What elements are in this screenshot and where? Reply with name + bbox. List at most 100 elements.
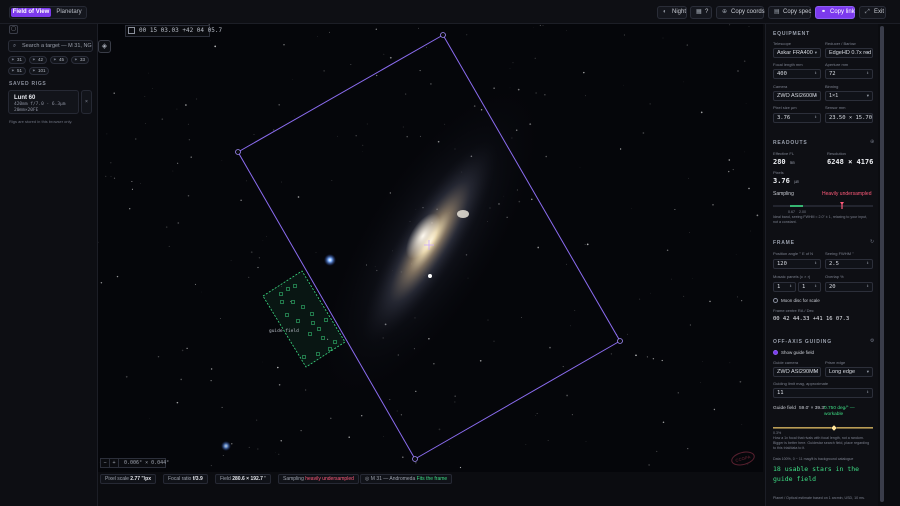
guide-limit-input[interactable]: 11 ⇕	[773, 388, 873, 398]
background-star	[744, 151, 745, 153]
background-star	[748, 187, 750, 190]
settings-icon[interactable]: ⚙	[870, 338, 874, 344]
chip-target[interactable]: ✶ 31	[8, 56, 26, 64]
camera-select[interactable]: ZWO ASI2600M ▾	[773, 91, 821, 101]
copy-spec-label: Copy spec	[783, 9, 812, 15]
layers-icon[interactable]: ◈	[98, 40, 111, 53]
mosaic-cols-input[interactable]: 1 ⇕	[773, 282, 796, 292]
chip-target[interactable]: ✶ 51	[8, 67, 26, 75]
chip-target[interactable]: ✶ 33	[71, 56, 89, 64]
reset-icon[interactable]: ↻	[870, 239, 874, 245]
binning-select[interactable]: 1×1 ▾	[825, 91, 873, 101]
background-star	[329, 31, 330, 33]
stepper-icon[interactable]: ⇕	[866, 260, 869, 268]
star-icon: ✶	[11, 68, 15, 73]
stepper-icon[interactable]: ⇕	[814, 283, 817, 291]
chip-target[interactable]: ✶ 45	[50, 56, 68, 64]
background-star	[113, 92, 115, 94]
info-icon[interactable]: ⊕	[870, 139, 874, 145]
rig-delete-icon[interactable]: ×	[81, 90, 92, 114]
stepper-icon[interactable]: ⇕	[866, 389, 869, 397]
background-star	[745, 103, 747, 104]
tab-field-of-view[interactable]: Field of View	[11, 8, 51, 17]
guide-camera-select[interactable]: ZWO ASI290MM ▾	[773, 367, 821, 377]
background-star	[415, 390, 417, 392]
sampling-label: Sampling	[283, 476, 304, 482]
background-star	[739, 380, 742, 383]
night-mode-button[interactable]: ◐ Night	[657, 6, 687, 19]
fov-corner-handle[interactable]	[235, 149, 241, 155]
background-star	[185, 104, 187, 106]
tab-planetary[interactable]: Planetary	[53, 8, 85, 17]
cursor-coordinates[interactable]: 00 15 03.03 +42 04 05.7	[125, 25, 222, 37]
background-star	[281, 181, 283, 183]
help-button[interactable]: ▦?	[690, 6, 712, 19]
collapse-panel-icon[interactable]: ▢	[9, 25, 18, 34]
zoom-in-button[interactable]: +	[110, 459, 119, 467]
copy-spec-button[interactable]: ▤ Copy spec	[768, 6, 811, 19]
background-star	[512, 62, 514, 64]
copy-link-button[interactable]: ⚭ Copy link	[815, 6, 855, 19]
stepper-icon[interactable]: ⇕	[814, 70, 817, 78]
background-star	[209, 40, 211, 42]
zoom-out-button[interactable]: −	[101, 459, 110, 467]
footer-note: Planet / Optical estimate based on 1 arc…	[773, 496, 865, 500]
left-panel: ▢ ⌕ Search a target — M 31, NG ✶ 31 ✶ 42 ✶ 4…	[0, 24, 98, 506]
night-mode-label: Night	[672, 9, 687, 15]
stepper-icon[interactable]: ⇕	[866, 283, 869, 291]
star-icon: ✶	[32, 57, 36, 62]
background-star	[292, 79, 294, 80]
chip-target[interactable]: ✶ 101	[29, 67, 49, 75]
help-label: ?	[705, 9, 709, 15]
background-star	[230, 259, 232, 261]
background-star	[400, 414, 403, 416]
show-guide-field-toggle[interactable]	[773, 350, 778, 355]
background-star	[536, 413, 538, 414]
focal-length-input[interactable]: 400 ⇕	[773, 69, 821, 79]
sky-view[interactable]: guide field 00 15 03.03 +42 04 05.7 ◈ − +…	[98, 24, 763, 472]
background-star	[177, 162, 179, 164]
stepper-icon[interactable]: ⇕	[789, 283, 792, 291]
fov-corner-handle[interactable]	[440, 32, 446, 38]
background-star	[210, 465, 212, 467]
pixel-size-input[interactable]: 3.76 ⇕	[773, 113, 821, 123]
background-star	[662, 421, 665, 423]
pixel-size-value: 3.76	[777, 115, 791, 121]
field-label: Field	[220, 476, 231, 482]
seeing-input[interactable]: 2.5 ⇕	[825, 259, 873, 269]
reducer-select[interactable]: EdgeHD 0.7x red ▾	[825, 48, 873, 58]
right-panel-scrollbar[interactable]	[879, 24, 885, 506]
target-search-input[interactable]: ⌕ Search a target — M 31, NG	[8, 40, 93, 52]
copy-coords-button[interactable]: ⊕ Copy coords	[716, 6, 765, 19]
aperture-input[interactable]: 72 ⇕	[825, 69, 873, 79]
scrollbar-thumb[interactable]	[880, 26, 884, 502]
background-star	[619, 148, 622, 150]
overlap-input[interactable]: 20 ⇕	[825, 282, 873, 292]
background-star	[545, 155, 547, 158]
stepper-icon[interactable]: ⇕	[814, 260, 817, 268]
chip-target[interactable]: ✶ 42	[29, 56, 47, 64]
telescope-select[interactable]: Askar FRA400 ▾	[773, 48, 821, 58]
moon-disc-checkbox[interactable]	[773, 298, 778, 303]
field-value: 280.6 × 192.7 '	[232, 476, 266, 482]
position-angle-input[interactable]: 120 ⇕	[773, 259, 821, 269]
saved-rig-card[interactable]: Lunt 60 420mm f/7.0 · 6.3µm 20mm×20FE	[8, 90, 79, 114]
focal-ratio-label: Focal ratio	[168, 476, 192, 482]
fov-corner-handle[interactable]	[412, 456, 418, 462]
chip-label: 31	[17, 57, 23, 62]
exit-button[interactable]: ⤢ Exit	[859, 6, 886, 19]
stepper-icon[interactable]: ⇕	[866, 70, 869, 78]
off-axis-guiding-heading: OFF-AXIS GUIDING	[773, 339, 832, 345]
sensor-input[interactable]: 23.50 × 15.70	[825, 113, 873, 123]
fov-corner-handle[interactable]	[617, 338, 623, 344]
mosaic-rows-input[interactable]: 1 ⇕	[798, 282, 821, 292]
background-star	[405, 93, 407, 95]
background-star	[362, 144, 364, 147]
star-icon: ✶	[53, 57, 57, 62]
chevron-down-icon: ▾	[814, 369, 817, 374]
stepper-icon[interactable]: ⇕	[814, 114, 817, 122]
background-star	[741, 423, 743, 425]
fit-status: Fits the frame	[416, 476, 448, 482]
prism-edge-select[interactable]: Long edge ▾	[825, 367, 873, 377]
guide-quality-slider[interactable]	[773, 424, 873, 432]
